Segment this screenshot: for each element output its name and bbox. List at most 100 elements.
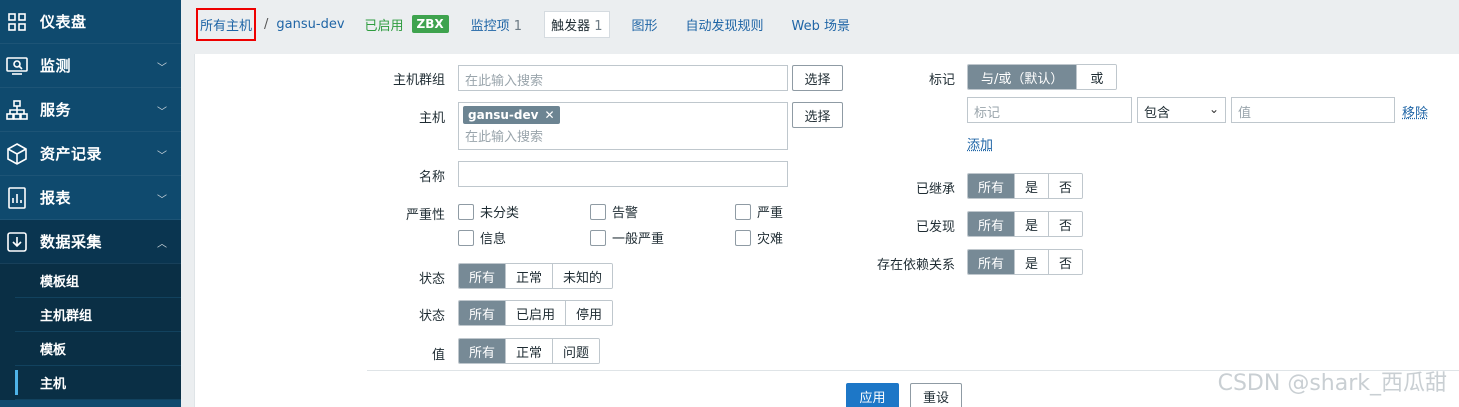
data-collection-icon	[6, 231, 28, 253]
submenu-item-host-groups[interactable]: 主机群组	[15, 298, 181, 332]
sidebar-item-label: 报表	[40, 187, 71, 208]
chevron-down-icon: ﹀	[157, 147, 167, 162]
dependencies-option-yes[interactable]: 是	[1015, 250, 1049, 274]
severity-average-checkbox[interactable]: 一般严重	[590, 228, 664, 247]
host-nav-bar: 所有主机 / gansu-dev 已启用 ZBX 监控项 1 触发器 1 图形 …	[181, 0, 1459, 48]
severity-warning-checkbox[interactable]: 告警	[590, 202, 638, 221]
sidebar-item-label: 资产记录	[40, 143, 102, 164]
tags-option-or[interactable]: 或	[1077, 65, 1116, 89]
state-segmented-control: 所有 正常 未知的	[458, 263, 613, 289]
tab-discovery-rules[interactable]: 自动发现规则	[680, 12, 770, 37]
sidebar-item-reports[interactable]: 报表 ﹀	[0, 176, 181, 220]
host-multiselect[interactable]: gansu-dev ✕ 在此输入搜索	[458, 102, 788, 150]
host-label: 主机	[325, 107, 445, 126]
state-option-normal[interactable]: 正常	[506, 264, 553, 288]
sidebar-item-services[interactable]: 服务 ﹀	[0, 88, 181, 132]
dependencies-option-all[interactable]: 所有	[968, 250, 1015, 274]
breadcrumb-host[interactable]: gansu-dev	[276, 17, 344, 32]
status-option-disabled[interactable]: 停用	[566, 301, 612, 325]
value-option-problem[interactable]: 问题	[553, 339, 599, 363]
services-icon	[6, 99, 28, 121]
submenu-item-template-groups[interactable]: 模板组	[15, 264, 181, 298]
inherited-option-all[interactable]: 所有	[968, 174, 1015, 198]
value-option-all[interactable]: 所有	[459, 339, 506, 363]
host-search-placeholder: 在此输入搜索	[463, 126, 783, 145]
state-label: 状态	[325, 268, 445, 287]
tab-web-scenarios[interactable]: Web 场景	[786, 12, 856, 37]
monitoring-icon	[6, 55, 28, 77]
sidebar-item-label: 仪表盘	[40, 11, 87, 32]
chevron-down-icon: ﹀	[157, 103, 167, 118]
value-label: 值	[325, 344, 445, 363]
remove-chip-icon[interactable]: ✕	[544, 108, 554, 122]
host-group-label: 主机群组	[325, 69, 445, 88]
breadcrumb-separator: /	[264, 17, 268, 32]
sidebar-item-dashboard[interactable]: 仪表盘	[0, 0, 181, 44]
value-segmented-control: 所有 正常 问题	[458, 338, 600, 364]
inherited-option-yes[interactable]: 是	[1015, 174, 1049, 198]
severity-label: 严重性	[325, 204, 445, 223]
submenu-data-collection: 模板组 主机群组 模板 主机	[0, 264, 181, 400]
watermark: CSDN @shark_西瓜甜	[1218, 365, 1447, 397]
sidebar-item-monitoring[interactable]: 监测 ﹀	[0, 44, 181, 88]
tag-add-link[interactable]: 添加	[967, 134, 993, 153]
tag-operator-select[interactable]: 包含 ⌄	[1137, 97, 1226, 123]
chevron-down-icon: ﹀	[157, 191, 167, 206]
discovered-option-no[interactable]: 否	[1049, 212, 1082, 236]
sidebar-item-inventory[interactable]: 资产记录 ﹀	[0, 132, 181, 176]
discovered-label: 已发现	[835, 216, 955, 235]
reset-button[interactable]: 重设	[910, 383, 962, 407]
severity-not-classified-checkbox[interactable]: 未分类	[458, 202, 519, 221]
apply-button[interactable]: 应用	[846, 383, 899, 407]
status-option-all[interactable]: 所有	[459, 301, 506, 325]
sidebar-item-label: 数据采集	[40, 231, 102, 252]
tag-value-input[interactable]: 值	[1231, 97, 1395, 123]
dependencies-option-no[interactable]: 否	[1049, 250, 1082, 274]
sidebar-item-data-collection[interactable]: 数据采集 ︿	[0, 220, 181, 264]
inherited-segmented-control: 所有 是 否	[967, 173, 1083, 199]
host-status-enabled[interactable]: 已启用	[365, 15, 404, 34]
tab-items[interactable]: 监控项 1	[465, 12, 528, 37]
host-chip: gansu-dev ✕	[463, 106, 560, 124]
sidebar: 仪表盘 监测 ﹀ 服务 ﹀ 资产记录 ﹀ 报表 ﹀ 数据采集 ︿ 模板组 主机群…	[0, 0, 181, 407]
chevron-down-icon: ﹀	[157, 59, 167, 74]
sidebar-item-label: 服务	[40, 99, 71, 120]
discovered-segmented-control: 所有 是 否	[967, 211, 1083, 237]
tags-option-and-or[interactable]: 与/或（默认）	[968, 65, 1077, 89]
trigger-filter-panel: 主机群组 在此输入搜索 选择 主机 gansu-dev ✕ 在此输入搜索 选择 名…	[194, 54, 1459, 407]
tag-name-input[interactable]: 标记	[967, 97, 1132, 123]
name-input[interactable]	[458, 161, 788, 187]
value-option-ok[interactable]: 正常	[506, 339, 553, 363]
submenu-item-hosts[interactable]: 主机	[15, 366, 181, 400]
state-option-unknown[interactable]: 未知的	[553, 264, 612, 288]
tab-triggers[interactable]: 触发器 1	[544, 11, 609, 38]
dependencies-segmented-control: 所有 是 否	[967, 249, 1083, 275]
reports-icon	[6, 187, 28, 209]
status-label: 状态	[325, 305, 445, 324]
dependencies-label: 存在依赖关系	[835, 254, 955, 273]
status-option-enabled[interactable]: 已启用	[506, 301, 566, 325]
discovered-option-all[interactable]: 所有	[968, 212, 1015, 236]
submenu-item-templates[interactable]: 模板	[15, 332, 181, 366]
host-group-input[interactable]: 在此输入搜索	[458, 65, 788, 91]
name-label: 名称	[325, 166, 445, 185]
inventory-icon	[6, 143, 28, 165]
inherited-label: 已继承	[835, 178, 955, 197]
status-segmented-control: 所有 已启用 停用	[458, 300, 613, 326]
zbx-availability-badge: ZBX	[412, 15, 449, 33]
severity-information-checkbox[interactable]: 信息	[458, 228, 506, 247]
tag-remove-link[interactable]: 移除	[1402, 102, 1428, 121]
severity-disaster-checkbox[interactable]: 灾难	[735, 228, 783, 247]
dashboard-icon	[6, 11, 28, 33]
state-option-all[interactable]: 所有	[459, 264, 506, 288]
tags-evaltype-control: 与/或（默认） 或	[967, 64, 1117, 90]
discovered-option-yes[interactable]: 是	[1015, 212, 1049, 236]
breadcrumb-all-hosts[interactable]: 所有主机	[196, 8, 256, 41]
host-select-button[interactable]: 选择	[792, 102, 843, 128]
tags-label: 标记	[835, 69, 955, 88]
sidebar-item-label: 监测	[40, 55, 71, 76]
severity-high-checkbox[interactable]: 严重	[735, 202, 783, 221]
tab-graphs[interactable]: 图形	[626, 12, 664, 37]
chevron-down-icon: ⌄	[1209, 102, 1219, 116]
inherited-option-no[interactable]: 否	[1049, 174, 1082, 198]
